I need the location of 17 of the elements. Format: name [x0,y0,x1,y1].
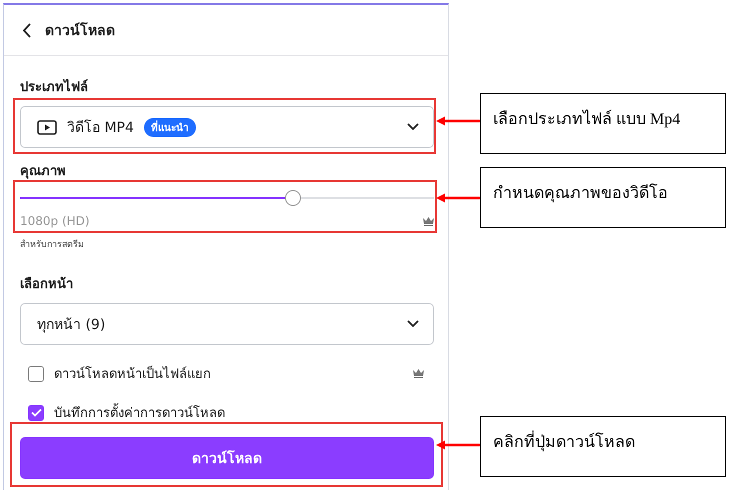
download-button[interactable]: ดาวน์โหลด [20,437,434,479]
section-label: ประเภทไฟล์ [20,78,89,97]
callout-box: เลือกประเภทไฟล์ แบบ Mp4 [480,93,726,154]
section-label: คุณภาพ [20,163,67,181]
dropdown-value: ทุกหน้า (9) [37,316,106,335]
dropdown-value: วิดีโอ MP4 [67,118,134,138]
file-type-dropdown[interactable]: วิดีโอ MP4 ที่แนะนำ [20,106,434,148]
quality-reading: 1080p (HD) [20,214,90,228]
section-label: เลือกหน้า [20,276,74,294]
pages-dropdown[interactable]: ทุกหน้า (9) [20,303,434,345]
callout-box: กำหนดคุณภาพของวิดีโอ [480,167,726,228]
quality-note: สำหรับการสตรีม [20,238,85,251]
callout-box: คลิกที่ปุ่มดาวน์โหลด [480,416,726,477]
checkbox-label: บันทึกการตั้งค่าการดาวน์โหลด [54,402,225,423]
recommended-badge: ที่แนะนำ [144,118,196,136]
checkbox-label: ดาวน์โหลดหน้าเป็นไฟล์แยก [54,364,211,384]
panel-title: ดาวน์โหลด [45,21,115,41]
